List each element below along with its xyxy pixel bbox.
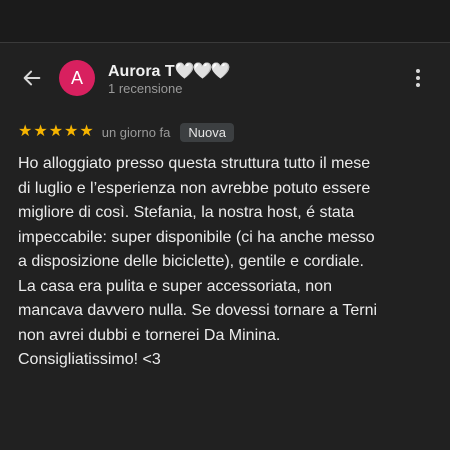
reviewer-name-text: Aurora T bbox=[108, 63, 175, 80]
review-text-line: mancava davvero nulla. Se dovessi tornar… bbox=[18, 302, 378, 319]
review-text-line: impeccabile: super disponibile (ci ha an… bbox=[18, 228, 375, 246]
more-vertical-icon-dot bbox=[416, 83, 420, 87]
star-icon: ★ bbox=[79, 123, 94, 140]
review-text-line: a disposizione delle biciclette), gentil… bbox=[18, 253, 364, 270]
star-icon: ★ bbox=[18, 123, 33, 140]
more-options-button[interactable] bbox=[404, 64, 432, 92]
top-bar bbox=[0, 0, 450, 43]
avatar[interactable]: A bbox=[59, 60, 95, 96]
review-time: un giorno fa bbox=[101, 124, 171, 140]
review-text-line: La casa era pulita e super accessoriata,… bbox=[18, 277, 332, 295]
review-text: Ho alloggiato presso questa struttura tu… bbox=[18, 152, 436, 373]
star-icon: ★ bbox=[64, 123, 79, 140]
star-icon: ★ bbox=[48, 123, 64, 140]
new-badge: Nuova bbox=[180, 122, 234, 142]
review-text-line: non avrei dubbi e tornerei Da Minina. bbox=[18, 326, 281, 344]
reviewer-name[interactable]: Aurora T🤍🤍🤍 bbox=[108, 61, 231, 81]
more-vertical-icon-dot bbox=[416, 76, 420, 80]
avatar-letter: A bbox=[70, 67, 83, 88]
heart-icons: 🤍🤍🤍 bbox=[174, 63, 231, 80]
review-text-line: Consigliatissimo! <3 bbox=[18, 351, 161, 368]
reviewer-review-count: 1 recensione bbox=[108, 81, 183, 96]
review-text-line: di luglio e l’esperienza non avrebbe pot… bbox=[18, 179, 371, 197]
review-meta-row: ★ ★ ★ ★ ★ un giorno fa Nuova bbox=[18, 121, 234, 143]
star-rating: ★ ★ ★ ★ ★ bbox=[18, 124, 94, 140]
review-text-line: Ho alloggiato presso questa struttura tu… bbox=[18, 155, 371, 172]
arrow-left-icon bbox=[23, 70, 41, 86]
back-button[interactable] bbox=[18, 64, 46, 92]
star-icon: ★ bbox=[33, 123, 48, 140]
review-text-line: migliore di così. Stefania, la nostra ho… bbox=[18, 204, 355, 221]
review-screen: A Aurora T🤍🤍🤍 1 recensione ★ ★ ★ ★ ★ un … bbox=[0, 0, 450, 450]
more-vertical-icon bbox=[416, 69, 420, 73]
